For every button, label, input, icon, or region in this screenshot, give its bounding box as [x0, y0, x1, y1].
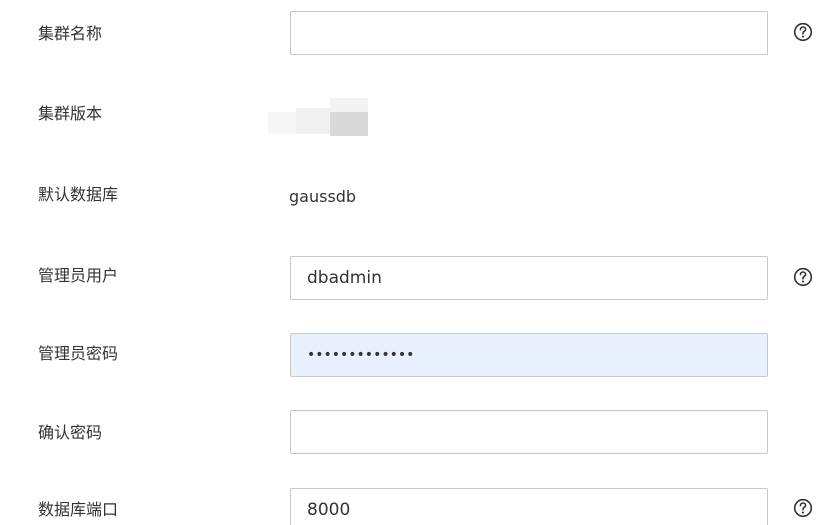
db-port-label: 数据库端口	[38, 500, 119, 519]
cluster-name-label: 集群名称	[38, 24, 103, 43]
confirm-password-label: 确认密码	[38, 423, 103, 442]
question-circle-icon[interactable]	[793, 267, 813, 287]
confirm-password-input[interactable]	[290, 410, 768, 454]
cluster-version-label: 集群版本	[38, 104, 103, 123]
cluster-name-input[interactable]	[290, 11, 768, 55]
cluster-version-value-obscured	[268, 98, 368, 138]
db-port-input[interactable]	[290, 488, 768, 525]
question-circle-icon[interactable]	[793, 498, 813, 518]
admin-password-label: 管理员密码	[38, 344, 119, 363]
default-database-label: 默认数据库	[38, 185, 119, 204]
admin-password-input[interactable]	[290, 333, 768, 377]
admin-user-label: 管理员用户	[38, 266, 119, 285]
default-database-value: gaussdb	[289, 187, 357, 206]
admin-user-input[interactable]	[290, 256, 768, 300]
question-circle-icon[interactable]	[793, 22, 813, 42]
